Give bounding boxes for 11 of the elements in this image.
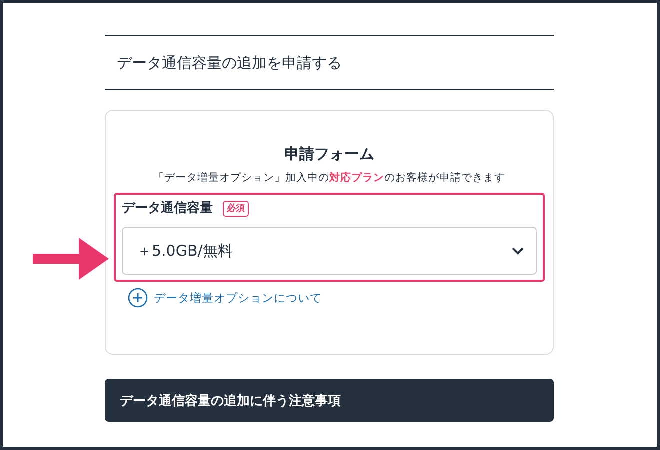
form-title: 申請フォーム (284, 144, 376, 164)
form-note: 「データ増量オプション」加入中の対応プランのお客様が申請できます (152, 170, 506, 186)
plus-circle-icon (128, 288, 148, 308)
option-info-link[interactable]: データ増量オプションについて (128, 288, 322, 308)
chevron-down-icon (512, 247, 524, 255)
page-heading: データ通信容量の追加を申請する (116, 53, 343, 74)
field-label: データ通信容量 (122, 200, 213, 218)
required-badge: 必須 (223, 201, 249, 217)
capacity-select[interactable]: ＋5.0GB/無料 (122, 227, 537, 275)
notice-bar[interactable]: データ通信容量の追加に伴う注意事項 (105, 379, 554, 422)
arrow-icon (33, 238, 109, 280)
